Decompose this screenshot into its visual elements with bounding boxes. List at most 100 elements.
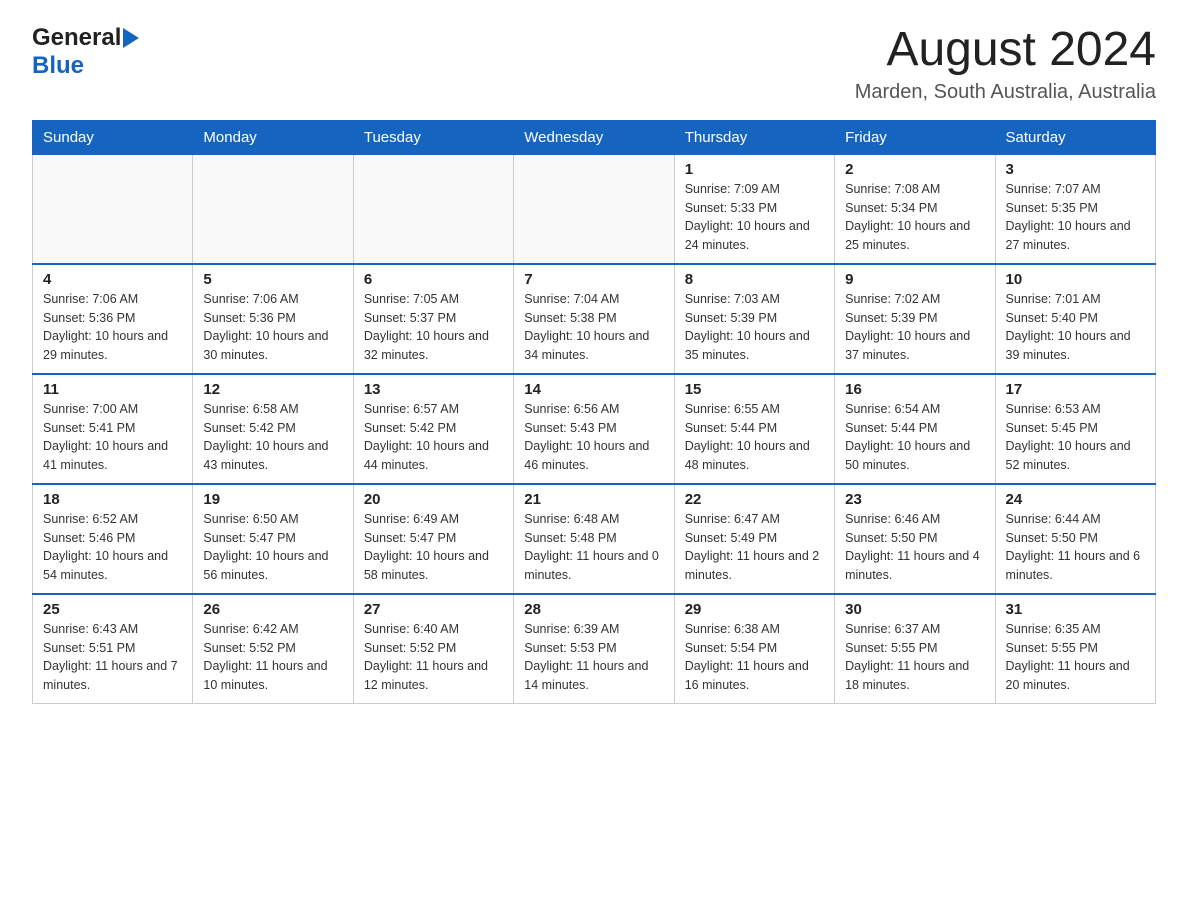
day-info: Sunrise: 6:42 AM Sunset: 5:52 PM Dayligh… bbox=[203, 620, 342, 695]
calendar-week-row: 1Sunrise: 7:09 AM Sunset: 5:33 PM Daylig… bbox=[33, 154, 1156, 264]
calendar-cell: 8 Sunrise: 7:03 AM Sunset: 5:39 PM Daylig… bbox=[674, 264, 834, 374]
day-number: 3 bbox=[1006, 161, 1145, 178]
day-info: Sunrise: 6:53 AM Sunset: 5:45 PM Dayligh… bbox=[1006, 400, 1145, 475]
day-number: 6 bbox=[364, 271, 503, 288]
day-info: Sunrise: 6:55 AM Sunset: 5:44 PM Dayligh… bbox=[685, 400, 824, 475]
calendar-cell: 10 Sunrise: 7:01 AM Sunset: 5:40 PM Dayli… bbox=[995, 264, 1155, 374]
day-info: Sunrise: 6:48 AM Sunset: 5:48 PM Dayligh… bbox=[524, 510, 663, 585]
day-number: 7 bbox=[524, 271, 663, 288]
day-number: 15 bbox=[685, 381, 824, 398]
day-info: Sunrise: 7:08 AM Sunset: 5:34 PM Dayligh… bbox=[845, 180, 984, 255]
day-info: Sunrise: 6:44 AM Sunset: 5:50 PM Dayligh… bbox=[1006, 510, 1145, 585]
day-info: Sunrise: 6:52 AM Sunset: 5:46 PM Dayligh… bbox=[43, 510, 182, 585]
day-number: 11 bbox=[43, 381, 182, 398]
calendar-header-row: SundayMondayTuesdayWednesdayThursdayFrid… bbox=[33, 120, 1156, 154]
day-info: Sunrise: 7:04 AM Sunset: 5:38 PM Dayligh… bbox=[524, 290, 663, 365]
day-info: Sunrise: 6:56 AM Sunset: 5:43 PM Dayligh… bbox=[524, 400, 663, 475]
calendar-week-row: 4 Sunrise: 7:06 AM Sunset: 5:36 PM Daylig… bbox=[33, 264, 1156, 374]
day-info: Sunrise: 7:01 AM Sunset: 5:40 PM Dayligh… bbox=[1006, 290, 1145, 365]
day-number: 31 bbox=[1006, 601, 1145, 618]
day-number: 12 bbox=[203, 381, 342, 398]
calendar-cell: 9 Sunrise: 7:02 AM Sunset: 5:39 PM Daylig… bbox=[835, 264, 995, 374]
calendar-cell: 13 Sunrise: 6:57 AM Sunset: 5:42 PM Dayli… bbox=[353, 374, 513, 484]
calendar-header-friday: Friday bbox=[835, 120, 995, 154]
calendar-cell: 28 Sunrise: 6:39 AM Sunset: 5:53 PM Dayli… bbox=[514, 594, 674, 704]
day-number: 18 bbox=[43, 491, 182, 508]
day-number: 14 bbox=[524, 381, 663, 398]
day-info: Sunrise: 7:06 AM Sunset: 5:36 PM Dayligh… bbox=[43, 290, 182, 365]
day-number: 10 bbox=[1006, 271, 1145, 288]
page-header: General Blue August 2024 Marden, South A… bbox=[32, 24, 1156, 104]
calendar-cell: 20Sunrise: 6:49 AM Sunset: 5:47 PM Dayli… bbox=[353, 484, 513, 594]
day-info: Sunrise: 7:05 AM Sunset: 5:37 PM Dayligh… bbox=[364, 290, 503, 365]
day-number: 8 bbox=[685, 271, 824, 288]
day-info: Sunrise: 7:09 AM Sunset: 5:33 PM Dayligh… bbox=[685, 180, 824, 255]
day-info: Sunrise: 6:57 AM Sunset: 5:42 PM Dayligh… bbox=[364, 400, 503, 475]
day-info: Sunrise: 6:47 AM Sunset: 5:49 PM Dayligh… bbox=[685, 510, 824, 585]
calendar-cell: 24 Sunrise: 6:44 AM Sunset: 5:50 PM Dayli… bbox=[995, 484, 1155, 594]
calendar-cell: 17 Sunrise: 6:53 AM Sunset: 5:45 PM Dayli… bbox=[995, 374, 1155, 484]
day-number: 5 bbox=[203, 271, 342, 288]
day-number: 23 bbox=[845, 491, 984, 508]
calendar-table: SundayMondayTuesdayWednesdayThursdayFrid… bbox=[32, 120, 1156, 704]
calendar-cell: 21 Sunrise: 6:48 AM Sunset: 5:48 PM Dayli… bbox=[514, 484, 674, 594]
day-info: Sunrise: 7:03 AM Sunset: 5:39 PM Dayligh… bbox=[685, 290, 824, 365]
calendar-cell: 29Sunrise: 6:38 AM Sunset: 5:54 PM Dayli… bbox=[674, 594, 834, 704]
calendar-header-tuesday: Tuesday bbox=[353, 120, 513, 154]
day-info: Sunrise: 7:02 AM Sunset: 5:39 PM Dayligh… bbox=[845, 290, 984, 365]
month-year-title: August 2024 bbox=[855, 24, 1156, 77]
day-info: Sunrise: 6:58 AM Sunset: 5:42 PM Dayligh… bbox=[203, 400, 342, 475]
day-number: 19 bbox=[203, 491, 342, 508]
calendar-cell: 11Sunrise: 7:00 AM Sunset: 5:41 PM Dayli… bbox=[33, 374, 193, 484]
calendar-header-monday: Monday bbox=[193, 120, 353, 154]
calendar-cell: 14 Sunrise: 6:56 AM Sunset: 5:43 PM Dayli… bbox=[514, 374, 674, 484]
calendar-cell: 31Sunrise: 6:35 AM Sunset: 5:55 PM Dayli… bbox=[995, 594, 1155, 704]
day-number: 17 bbox=[1006, 381, 1145, 398]
calendar-cell: 30Sunrise: 6:37 AM Sunset: 5:55 PM Dayli… bbox=[835, 594, 995, 704]
calendar-cell: 23Sunrise: 6:46 AM Sunset: 5:50 PM Dayli… bbox=[835, 484, 995, 594]
calendar-cell: 3 Sunrise: 7:07 AM Sunset: 5:35 PM Daylig… bbox=[995, 154, 1155, 264]
calendar-cell: 12 Sunrise: 6:58 AM Sunset: 5:42 PM Dayli… bbox=[193, 374, 353, 484]
calendar-cell: 1Sunrise: 7:09 AM Sunset: 5:33 PM Daylig… bbox=[674, 154, 834, 264]
calendar-cell: 22 Sunrise: 6:47 AM Sunset: 5:49 PM Dayli… bbox=[674, 484, 834, 594]
calendar-cell: 15 Sunrise: 6:55 AM Sunset: 5:44 PM Dayli… bbox=[674, 374, 834, 484]
day-number: 24 bbox=[1006, 491, 1145, 508]
day-number: 13 bbox=[364, 381, 503, 398]
day-number: 25 bbox=[43, 601, 182, 618]
day-info: Sunrise: 6:39 AM Sunset: 5:53 PM Dayligh… bbox=[524, 620, 663, 695]
calendar-cell: 26 Sunrise: 6:42 AM Sunset: 5:52 PM Dayli… bbox=[193, 594, 353, 704]
calendar-cell: 7 Sunrise: 7:04 AM Sunset: 5:38 PM Daylig… bbox=[514, 264, 674, 374]
day-number: 2 bbox=[845, 161, 984, 178]
calendar-cell bbox=[33, 154, 193, 264]
day-number: 20 bbox=[364, 491, 503, 508]
calendar-header-sunday: Sunday bbox=[33, 120, 193, 154]
logo: General Blue bbox=[32, 24, 139, 80]
calendar-week-row: 11Sunrise: 7:00 AM Sunset: 5:41 PM Dayli… bbox=[33, 374, 1156, 484]
calendar-cell: 2 Sunrise: 7:08 AM Sunset: 5:34 PM Daylig… bbox=[835, 154, 995, 264]
day-number: 4 bbox=[43, 271, 182, 288]
calendar-cell: 18 Sunrise: 6:52 AM Sunset: 5:46 PM Dayli… bbox=[33, 484, 193, 594]
title-section: August 2024 Marden, South Australia, Aus… bbox=[855, 24, 1156, 104]
calendar-cell: 27Sunrise: 6:40 AM Sunset: 5:52 PM Dayli… bbox=[353, 594, 513, 704]
calendar-header-wednesday: Wednesday bbox=[514, 120, 674, 154]
day-info: Sunrise: 6:50 AM Sunset: 5:47 PM Dayligh… bbox=[203, 510, 342, 585]
calendar-cell: 6 Sunrise: 7:05 AM Sunset: 5:37 PM Daylig… bbox=[353, 264, 513, 374]
day-info: Sunrise: 6:54 AM Sunset: 5:44 PM Dayligh… bbox=[845, 400, 984, 475]
calendar-cell: 4 Sunrise: 7:06 AM Sunset: 5:36 PM Daylig… bbox=[33, 264, 193, 374]
day-number: 28 bbox=[524, 601, 663, 618]
calendar-cell: 5 Sunrise: 7:06 AM Sunset: 5:36 PM Daylig… bbox=[193, 264, 353, 374]
logo-general: General bbox=[32, 24, 121, 52]
day-number: 27 bbox=[364, 601, 503, 618]
calendar-cell bbox=[193, 154, 353, 264]
calendar-header-thursday: Thursday bbox=[674, 120, 834, 154]
day-number: 22 bbox=[685, 491, 824, 508]
day-info: Sunrise: 7:06 AM Sunset: 5:36 PM Dayligh… bbox=[203, 290, 342, 365]
day-info: Sunrise: 6:38 AM Sunset: 5:54 PM Dayligh… bbox=[685, 620, 824, 695]
logo-blue: Blue bbox=[32, 52, 84, 80]
calendar-week-row: 18 Sunrise: 6:52 AM Sunset: 5:46 PM Dayli… bbox=[33, 484, 1156, 594]
day-number: 9 bbox=[845, 271, 984, 288]
day-number: 21 bbox=[524, 491, 663, 508]
day-info: Sunrise: 6:37 AM Sunset: 5:55 PM Dayligh… bbox=[845, 620, 984, 695]
day-number: 26 bbox=[203, 601, 342, 618]
day-info: Sunrise: 7:07 AM Sunset: 5:35 PM Dayligh… bbox=[1006, 180, 1145, 255]
